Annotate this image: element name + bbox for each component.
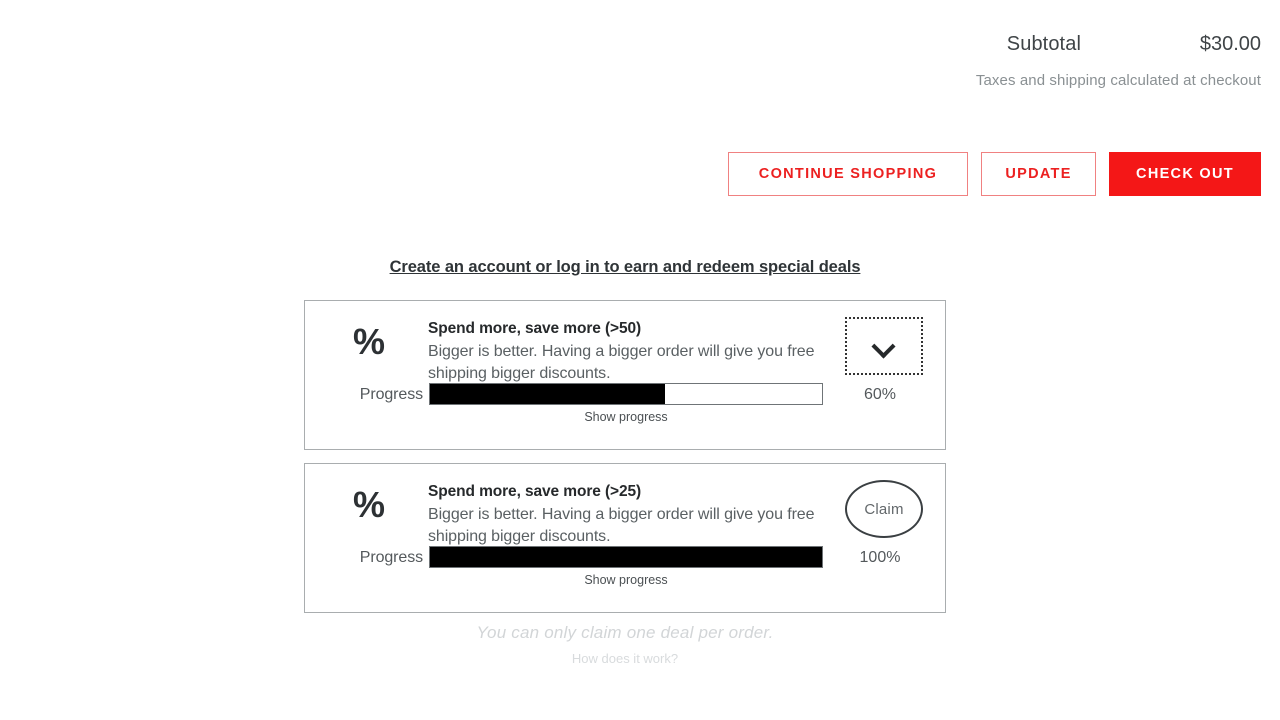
taxes-shipping-note: Taxes and shipping calculated at checkou… xyxy=(975,72,1261,89)
progress-percent: 100% xyxy=(859,549,901,566)
chevron-down-icon xyxy=(874,336,894,356)
update-cart-button[interactable]: UPDATE xyxy=(981,152,1096,196)
how-does-it-work-link[interactable]: How does it work? xyxy=(304,651,946,666)
create-account-login-link[interactable]: Create an account or log in to earn and … xyxy=(304,258,946,277)
one-deal-per-order-note: You can only claim one deal per order. xyxy=(476,623,774,642)
deal-description: Bigger is better. Having a bigger order … xyxy=(428,343,815,382)
deal-text: Spend more, save more (>25) Bigger is be… xyxy=(428,481,848,547)
show-progress-link[interactable]: Show progress xyxy=(429,410,823,424)
claim-deal-button[interactable]: Claim xyxy=(845,480,923,538)
progress-bar-fill xyxy=(430,547,822,567)
progress-percent: 60% xyxy=(863,386,897,403)
deals-section: Create an account or log in to earn and … xyxy=(304,258,946,666)
deal-card: % Spend more, save more (>50) Bigger is … xyxy=(304,300,946,450)
deal-progress-row: Progress 60% Show progress xyxy=(305,383,945,424)
subtotal-label: Subtotal xyxy=(1006,33,1081,55)
progress-label: Progress xyxy=(359,386,423,403)
deal-card: % Spend more, save more (>25) Bigger is … xyxy=(304,463,946,613)
show-progress-link[interactable]: Show progress xyxy=(429,573,823,587)
continue-shopping-button[interactable]: CONTINUE SHOPPING xyxy=(728,152,968,196)
deal-title: Spend more, save more (>50) xyxy=(428,320,642,337)
cart-summary: Subtotal $30.00 Taxes and shipping calcu… xyxy=(661,0,1261,89)
subtotal-value: $30.00 xyxy=(1199,33,1261,55)
progress-bar xyxy=(429,383,823,405)
check-out-button[interactable]: CHECK OUT xyxy=(1109,152,1261,196)
deal-progress-row: Progress 100% Show progress xyxy=(305,546,945,587)
cart-actions: CONTINUE SHOPPING UPDATE CHECK OUT xyxy=(728,152,1261,196)
subtotal-row: Subtotal $30.00 xyxy=(661,0,1261,56)
progress-bar-fill xyxy=(430,384,666,404)
percent-icon: % xyxy=(352,321,385,362)
percent-icon: % xyxy=(352,484,385,525)
progress-label: Progress xyxy=(359,549,423,566)
deal-text: Spend more, save more (>50) Bigger is be… xyxy=(428,318,848,384)
progress-bar xyxy=(429,546,823,568)
deal-expand-button[interactable] xyxy=(845,317,923,375)
deal-title: Spend more, save more (>25) xyxy=(428,483,642,500)
deals-footer: You can only claim one deal per order. H… xyxy=(304,623,946,666)
deal-description: Bigger is better. Having a bigger order … xyxy=(428,506,815,545)
